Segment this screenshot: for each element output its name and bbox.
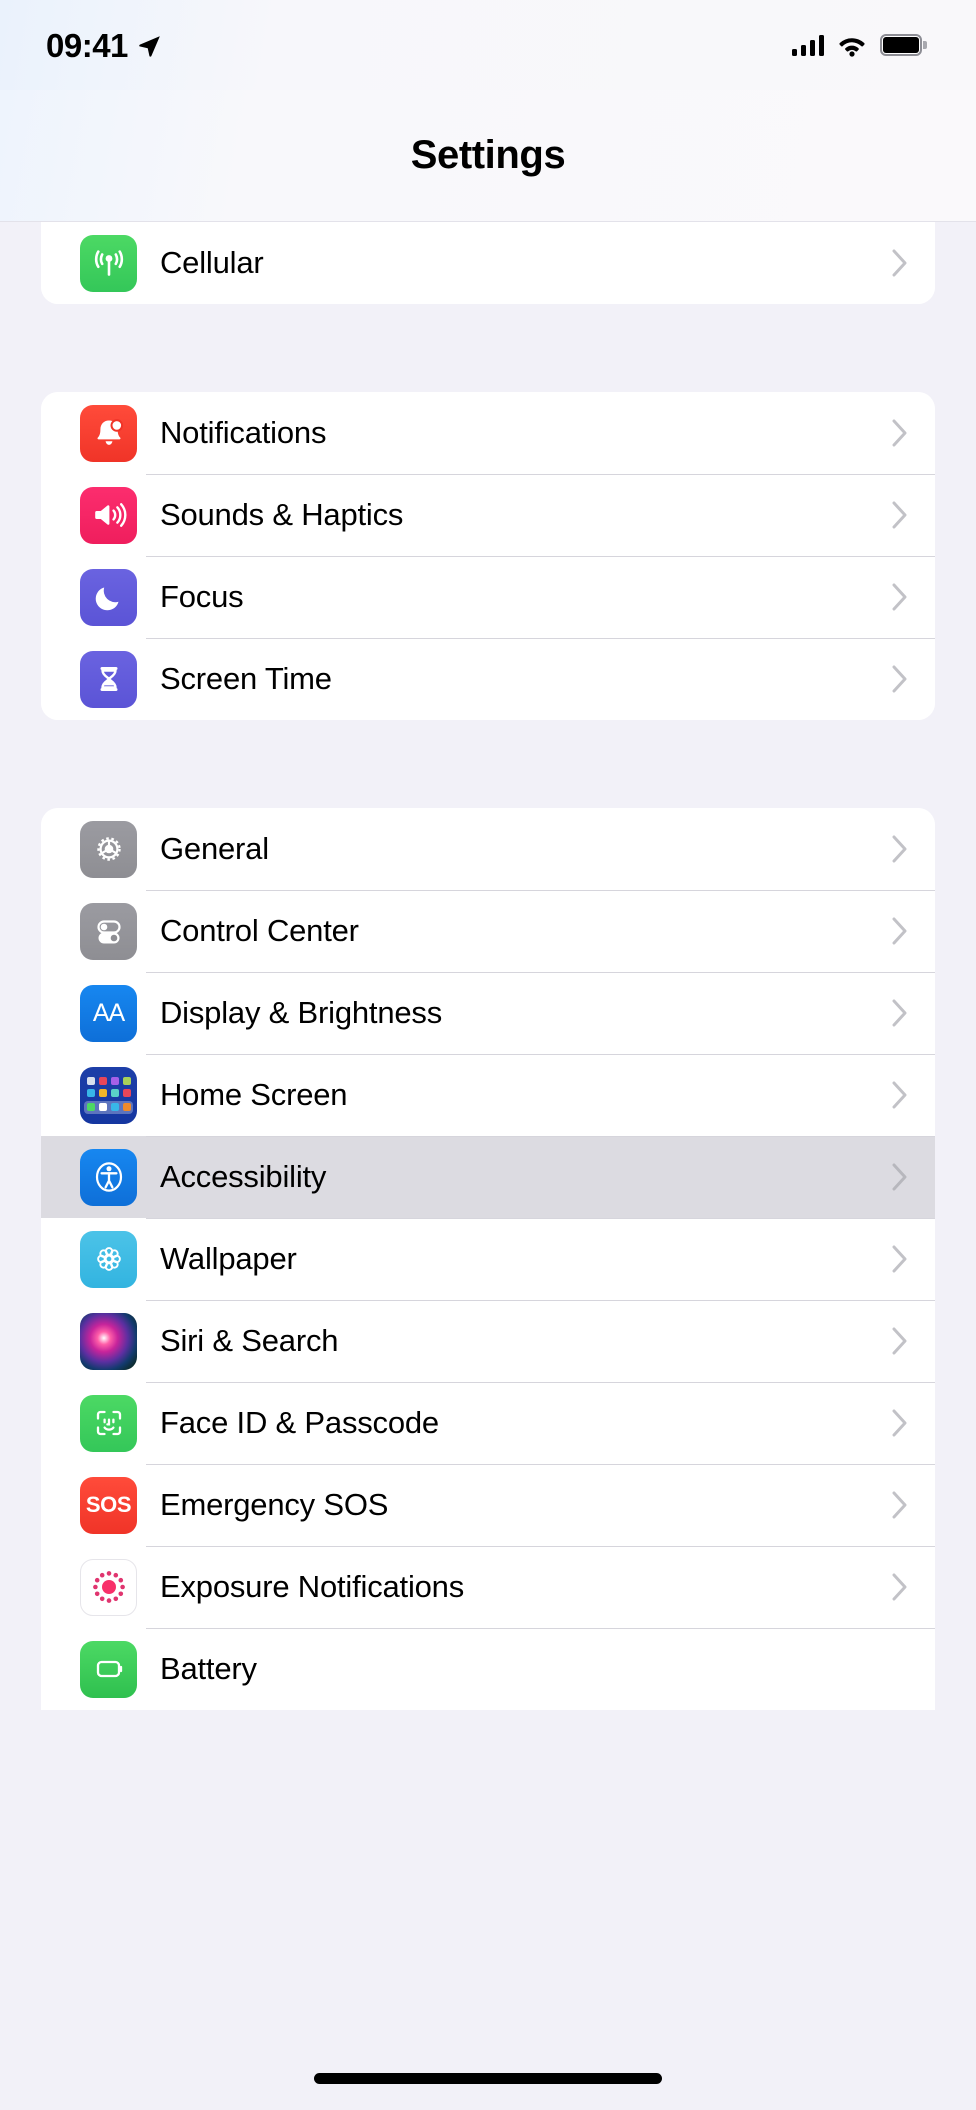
- settings-row-label: General: [160, 831, 269, 866]
- wifi-icon: [839, 37, 865, 57]
- settings-row-label: Face ID & Passcode: [160, 1405, 439, 1440]
- settings-row-label: Notifications: [160, 415, 327, 450]
- toggles-icon: [80, 902, 137, 960]
- text-size-aa-icon: AA: [80, 984, 137, 1042]
- settings-row-control-center[interactable]: Control Center: [41, 890, 935, 972]
- chevron-right-icon: [892, 917, 908, 945]
- chevron-right-icon: [892, 665, 908, 693]
- navigation-bar: Settings: [0, 90, 976, 222]
- bell-badge-icon: [80, 404, 137, 462]
- gear-icon: [80, 820, 137, 878]
- chevron-right-icon: [892, 419, 908, 447]
- settings-row-face-id-and-passcode[interactable]: Face ID & Passcode: [41, 1382, 935, 1464]
- chevron-right-icon: [892, 1573, 908, 1601]
- settings-scroll-view[interactable]: Cellular Notifications Sounds & Haptics …: [0, 222, 976, 2110]
- siri-orb-icon: [80, 1312, 137, 1370]
- settings-row-label: Exposure Notifications: [160, 1569, 465, 1604]
- chevron-right-icon: [892, 1245, 908, 1273]
- battery-full-icon: [880, 34, 927, 56]
- sos-icon: SOS: [80, 1476, 137, 1534]
- settings-row-notifications[interactable]: Notifications: [41, 392, 935, 474]
- cellular-signal-icon: [791, 34, 824, 56]
- home-indicator-bar[interactable]: [314, 2073, 662, 2084]
- settings-row-accessibility[interactable]: Accessibility: [41, 1136, 935, 1218]
- settings-row-label: Battery: [160, 1651, 257, 1686]
- settings-row-label: Control Center: [160, 913, 359, 948]
- settings-row-emergency-sos[interactable]: SOS Emergency SOS: [41, 1464, 935, 1546]
- settings-row-cellular[interactable]: Cellular: [41, 222, 935, 304]
- settings-row-label: Emergency SOS: [160, 1487, 389, 1522]
- page-title: Settings: [410, 133, 566, 177]
- status-bar: 09:41: [0, 0, 976, 90]
- settings-section-alerts: Notifications Sounds & Haptics Focus Scr…: [41, 392, 935, 720]
- settings-row-label: Home Screen: [160, 1077, 348, 1112]
- chevron-right-icon: [892, 999, 908, 1027]
- settings-row-label: Wallpaper: [160, 1241, 297, 1276]
- settings-row-home-screen[interactable]: Home Screen: [41, 1054, 935, 1136]
- moon-icon: [80, 568, 137, 626]
- settings-row-label: Screen Time: [160, 661, 332, 696]
- battery-icon: [80, 1640, 137, 1698]
- chevron-right-icon: [892, 1409, 908, 1437]
- chevron-right-icon: [892, 835, 908, 863]
- settings-row-label: Siri & Search: [160, 1323, 339, 1358]
- chevron-right-icon: [892, 1327, 908, 1355]
- settings-row-screen-time[interactable]: Screen Time: [41, 638, 935, 720]
- accessibility-icon: [80, 1148, 137, 1206]
- status-bar-clock: 09:41: [46, 26, 128, 64]
- settings-row-siri-and-search[interactable]: Siri & Search: [41, 1300, 935, 1382]
- settings-row-display-and-brightness[interactable]: AA Display & Brightness: [41, 972, 935, 1054]
- settings-row-label: Cellular: [160, 245, 264, 280]
- status-bar-left: 09:41: [46, 29, 162, 62]
- settings-row-focus[interactable]: Focus: [41, 556, 935, 638]
- settings-section-system: General Control Center AA Display & Brig…: [41, 808, 935, 1710]
- chevron-right-icon: [892, 1081, 908, 1109]
- app-grid-icon: [80, 1066, 137, 1124]
- chevron-right-icon: [892, 583, 908, 611]
- chevron-right-icon: [892, 1163, 908, 1191]
- settings-row-wallpaper[interactable]: Wallpaper: [41, 1218, 935, 1300]
- speaker-wave-icon: [80, 486, 137, 544]
- chevron-right-icon: [892, 501, 908, 529]
- chevron-right-icon: [892, 1491, 908, 1519]
- location-arrow-icon: [139, 35, 160, 57]
- settings-row-label: Display & Brightness: [160, 995, 443, 1030]
- settings-row-label: Sounds & Haptics: [160, 497, 404, 532]
- cellular-tower-icon: [80, 234, 137, 292]
- face-id-icon: [80, 1394, 137, 1452]
- settings-row-label: Focus: [160, 579, 244, 614]
- status-bar-right: [791, 34, 927, 57]
- settings-row-label: Accessibility: [160, 1159, 327, 1194]
- hourglass-icon: [80, 650, 137, 708]
- exposure-dots-icon: [80, 1558, 137, 1616]
- chevron-right-icon: [892, 249, 908, 277]
- settings-row-sounds-and-haptics[interactable]: Sounds & Haptics: [41, 474, 935, 556]
- settings-section-connectivity: Cellular: [41, 222, 935, 304]
- settings-row-general[interactable]: General: [41, 808, 935, 890]
- settings-row-exposure-notifications[interactable]: Exposure Notifications: [41, 1546, 935, 1628]
- flower-icon: [80, 1230, 137, 1288]
- settings-row-battery[interactable]: Battery: [41, 1628, 935, 1710]
